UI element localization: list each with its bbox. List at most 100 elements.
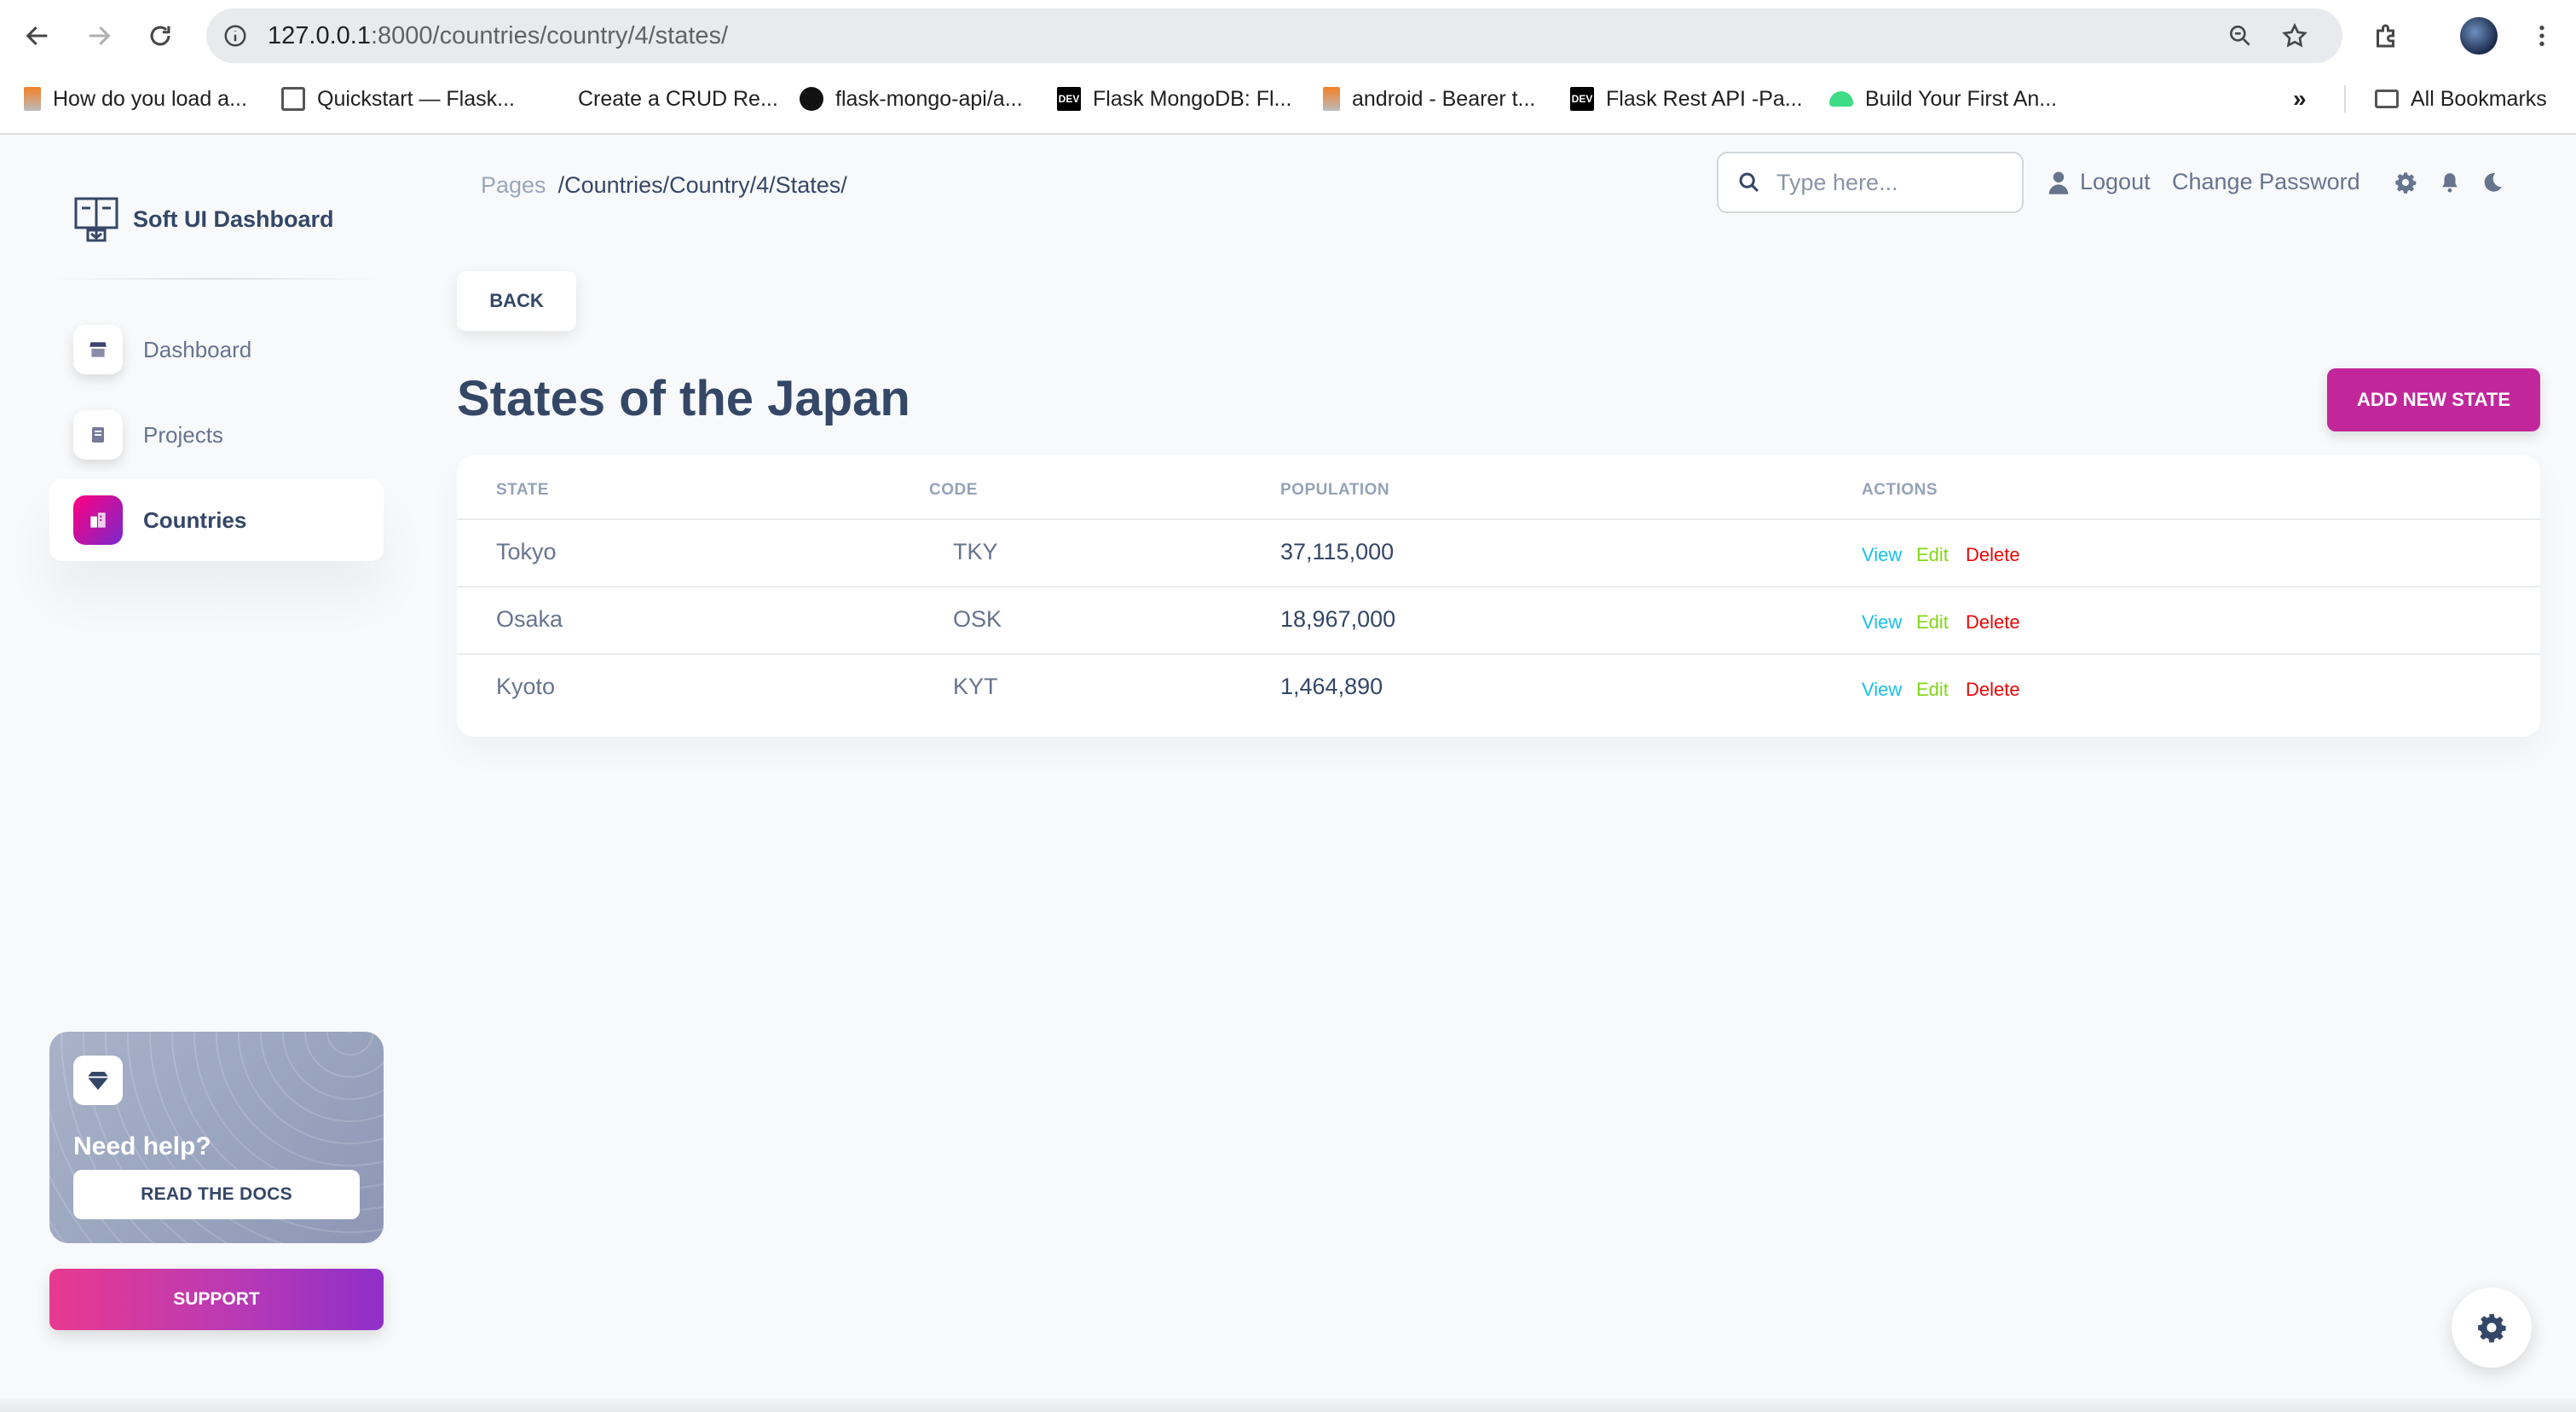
population-cell: 18,967,000 xyxy=(1280,606,1396,632)
delete-link[interactable]: Delete xyxy=(1966,611,2020,634)
population-cell: 37,115,000 xyxy=(1280,539,1395,564)
document-icon xyxy=(281,87,305,111)
blank-icon xyxy=(542,87,566,111)
dev-icon: DEV xyxy=(1570,87,1594,111)
bookmark-item[interactable]: How do you load a... xyxy=(24,84,247,114)
bookmark-label: Flask MongoDB: Fl... xyxy=(1093,86,1292,111)
bookmark-label: Build Your First An... xyxy=(1865,86,2058,111)
site-info-icon[interactable] xyxy=(218,19,252,53)
browser-toolbar: 127.0.0.1:8000/countries/country/4/state… xyxy=(0,0,2576,72)
user-icon xyxy=(2048,171,2069,194)
breadcrumb: Pages/Countries/Country/4/States/ xyxy=(481,172,847,199)
shop-icon xyxy=(73,325,123,374)
bookmark-label: android - Bearer t... xyxy=(1352,86,1536,111)
change-password-label: Change Password xyxy=(2172,169,2360,194)
profile-avatar[interactable] xyxy=(2460,17,2498,55)
column-header-state: STATE xyxy=(496,481,549,499)
extensions-icon[interactable] xyxy=(2368,17,2406,55)
office-icon xyxy=(73,495,123,545)
bookmarks-bar: How do you load a... Quickstart — Flask.… xyxy=(0,77,2576,121)
browser-menu-icon[interactable] xyxy=(2523,17,2561,55)
bookmark-label: flask-mongo-api/a... xyxy=(835,86,1023,111)
states-table-card: STATE CODE POPULATION ACTIONS Tokyo TKY … xyxy=(457,455,2540,737)
dev-icon: DEV xyxy=(1057,87,1081,111)
read-the-docs-button[interactable]: READ THE DOCS xyxy=(73,1170,360,1219)
folder-icon xyxy=(2375,90,2399,108)
bookmark-item[interactable]: flask-mongo-api/a... xyxy=(800,84,1023,114)
sidebar-item-label: Projects xyxy=(143,421,223,448)
configurator-gear-button[interactable] xyxy=(2452,1288,2532,1368)
address-bar[interactable]: 127.0.0.1:8000/countries/country/4/state… xyxy=(206,9,2342,63)
back-button[interactable]: BACK xyxy=(457,271,576,331)
support-button[interactable]: SUPPORT xyxy=(49,1269,384,1330)
android-icon xyxy=(1829,91,1853,107)
bookmarks-divider xyxy=(2344,85,2346,113)
github-icon xyxy=(800,87,823,111)
sidebar-item-countries[interactable]: Countries xyxy=(49,479,384,561)
code-cell: KYT xyxy=(953,674,998,699)
change-password-link[interactable]: Change Password xyxy=(2172,169,2360,195)
column-header-population: POPULATION xyxy=(1280,481,1390,499)
search-field[interactable] xyxy=(1717,152,2024,213)
code-cell: TKY xyxy=(953,539,998,564)
stackoverflow-icon xyxy=(24,87,41,111)
bell-icon[interactable] xyxy=(2436,169,2463,196)
all-bookmarks[interactable]: All Bookmarks xyxy=(2375,84,2547,114)
gear-icon xyxy=(2478,1314,2506,1343)
gear-icon[interactable] xyxy=(2392,169,2419,196)
view-link[interactable]: View xyxy=(1862,611,1902,634)
bookmark-item[interactable]: DEV Flask MongoDB: Fl... xyxy=(1057,84,1291,114)
table-row: Osaka OSK 18,967,000 View Edit Delete xyxy=(457,586,2540,653)
logout-link[interactable]: Logout xyxy=(2048,169,2151,195)
search-icon xyxy=(1739,172,1759,192)
table-row: Kyoto KYT 1,464,890 View Edit Delete xyxy=(457,653,2540,720)
edit-link[interactable]: Edit xyxy=(1916,544,1949,566)
search-input[interactable] xyxy=(1776,169,2015,196)
breadcrumb-root[interactable]: Pages xyxy=(481,172,546,198)
table-row: Tokyo TKY 37,115,000 View Edit Delete xyxy=(457,518,2540,586)
sidebar-item-label: Countries xyxy=(143,506,247,533)
browser-chrome: 127.0.0.1:8000/countries/country/4/state… xyxy=(0,0,2576,135)
bookmark-item[interactable]: Quickstart — Flask... xyxy=(281,84,515,114)
sidebar-item-label: Dashboard xyxy=(143,336,252,362)
breadcrumb-path: /Countries/Country/4/States/ xyxy=(557,172,847,198)
more-bookmarks-chevron-icon[interactable]: » xyxy=(2293,84,2307,114)
help-title: Need help? xyxy=(73,1132,211,1160)
url-text[interactable]: 127.0.0.1:8000/countries/country/4/state… xyxy=(268,22,728,50)
bookmark-item[interactable]: DEV Flask Rest API -Pa... xyxy=(1570,84,1803,114)
bookmark-star-icon[interactable] xyxy=(2279,20,2310,51)
column-header-actions: ACTIONS xyxy=(1862,481,1938,499)
edit-link[interactable]: Edit xyxy=(1916,679,1949,701)
add-new-state-button[interactable]: ADD NEW STATE xyxy=(2327,368,2540,431)
brand-name: Soft UI Dashboard xyxy=(133,205,334,232)
state-cell: Osaka xyxy=(496,606,563,632)
bookmark-label: Flask Rest API -Pa... xyxy=(1606,86,1803,111)
sidebar-item-projects[interactable]: Projects xyxy=(49,394,384,476)
brand-logo-icon xyxy=(74,197,118,242)
bookmark-item[interactable]: android - Bearer t... xyxy=(1323,84,1535,114)
page-title: States of the Japan xyxy=(457,371,910,426)
forward-arrow-icon[interactable] xyxy=(78,15,119,56)
reload-icon[interactable] xyxy=(140,15,181,56)
diamond-icon xyxy=(73,1056,123,1105)
bottom-edge xyxy=(0,1398,2576,1412)
bookmark-item[interactable]: Create a CRUD Re... xyxy=(542,84,778,114)
delete-link[interactable]: Delete xyxy=(1966,544,2020,566)
view-link[interactable]: View xyxy=(1862,544,1902,566)
sidebar-item-dashboard[interactable]: Dashboard xyxy=(49,309,384,391)
population-cell: 1,464,890 xyxy=(1280,674,1383,699)
brand[interactable]: Soft UI Dashboard xyxy=(73,196,334,242)
help-card: Need help? READ THE DOCS xyxy=(49,1032,384,1243)
code-cell: OSK xyxy=(953,606,1002,632)
edit-link[interactable]: Edit xyxy=(1916,611,1949,634)
bookmark-item[interactable]: Build Your First An... xyxy=(1829,84,2057,114)
delete-link[interactable]: Delete xyxy=(1966,679,2020,701)
url-host: 127.0.0.1 xyxy=(268,22,371,49)
back-arrow-icon[interactable] xyxy=(17,15,58,56)
zoom-icon[interactable] xyxy=(2225,20,2255,51)
stackoverflow-icon xyxy=(1323,87,1340,111)
dark-mode-moon-icon[interactable] xyxy=(2479,169,2506,196)
all-bookmarks-label: All Bookmarks xyxy=(2411,86,2547,111)
view-link[interactable]: View xyxy=(1862,679,1902,701)
document-icon xyxy=(73,410,123,460)
